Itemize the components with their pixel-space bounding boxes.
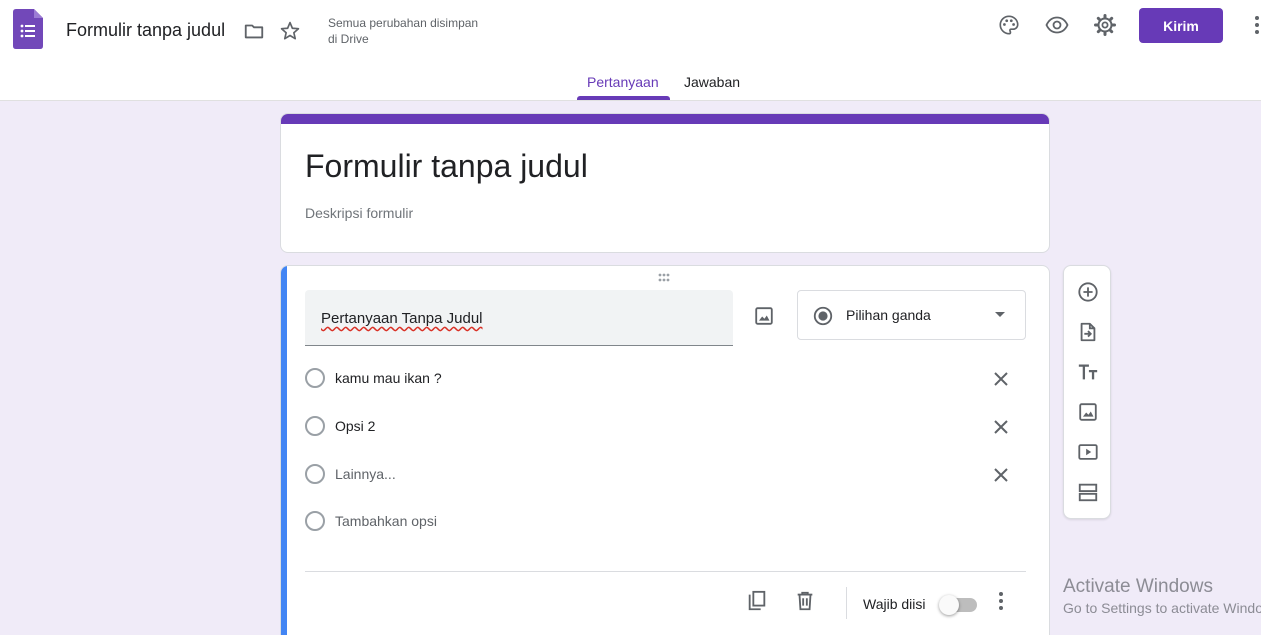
question-type-label: Pilihan ganda — [846, 307, 931, 323]
watermark-title: Activate Windows — [1063, 576, 1213, 597]
watermark-subtitle: Go to Settings to activate Windows. — [1063, 600, 1261, 616]
save-status-line1: Semua perubahan disimpan — [328, 16, 479, 30]
add-option-link[interactable]: Tambahkan opsi — [335, 513, 437, 529]
active-question-indicator — [281, 266, 287, 635]
more-options-icon[interactable] — [1245, 13, 1261, 37]
question-title-text: Pertanyaan Tanpa Judul — [321, 310, 483, 327]
tab-responses[interactable]: Jawaban — [684, 74, 740, 90]
radio-button — [305, 368, 325, 388]
radio-checked-icon — [813, 306, 833, 326]
required-label: Wajib diisi — [863, 596, 926, 612]
palette-icon[interactable] — [997, 13, 1021, 37]
remove-option-icon[interactable] — [991, 369, 1011, 389]
option-row-other[interactable]: Lainnya... — [305, 463, 1025, 487]
document-title[interactable]: Formulir tanpa judul — [66, 20, 225, 41]
option-row[interactable]: kamu mau ikan ? — [305, 367, 1025, 391]
settings-gear-icon[interactable] — [1093, 13, 1117, 37]
add-video-icon[interactable] — [1076, 440, 1100, 464]
radio-button — [305, 464, 325, 484]
duplicate-icon[interactable] — [745, 589, 769, 613]
remove-option-icon[interactable] — [991, 417, 1011, 437]
radio-button — [305, 511, 325, 531]
option-label-other[interactable]: Lainnya... — [335, 466, 396, 482]
send-button[interactable]: Kirim — [1139, 8, 1223, 43]
remove-option-icon[interactable] — [991, 465, 1011, 485]
tab-questions[interactable]: Pertanyaan — [587, 74, 659, 90]
form-description-field[interactable]: Deskripsi formulir — [305, 205, 413, 221]
import-questions-icon[interactable] — [1076, 320, 1100, 344]
radio-button — [305, 416, 325, 436]
preview-eye-icon[interactable] — [1045, 13, 1069, 37]
option-label[interactable]: Opsi 2 — [335, 418, 375, 434]
forms-logo-icon[interactable] — [13, 9, 43, 49]
star-icon[interactable] — [278, 19, 302, 43]
add-image-icon[interactable] — [1076, 400, 1100, 424]
form-title[interactable]: Formulir tanpa judul — [305, 148, 588, 185]
card-accent-stripe — [281, 114, 1049, 124]
add-section-icon[interactable] — [1076, 480, 1100, 504]
active-tab-indicator — [577, 96, 670, 100]
save-status-line2: di Drive — [328, 32, 369, 46]
option-label[interactable]: kamu mau ikan ? — [335, 370, 442, 386]
question-more-options-icon[interactable] — [989, 589, 1013, 613]
floating-toolbar — [1063, 265, 1111, 519]
save-status: Semua perubahan disimpan di Drive — [328, 15, 498, 47]
question-card[interactable]: Pertanyaan Tanpa Judul Pilihan ganda kam… — [280, 265, 1050, 635]
option-row[interactable]: Opsi 2 — [305, 415, 1025, 439]
toggle-knob — [939, 595, 959, 615]
footer-separator — [846, 587, 847, 619]
question-type-dropdown[interactable]: Pilihan ganda — [797, 290, 1026, 340]
folder-icon[interactable] — [242, 19, 266, 43]
add-image-icon[interactable] — [751, 303, 777, 329]
dropdown-arrow-icon — [995, 312, 1005, 317]
delete-icon[interactable] — [793, 589, 817, 613]
add-question-icon[interactable] — [1076, 280, 1100, 304]
windows-activation-watermark: Activate Windows Go to Settings to activ… — [1063, 576, 1261, 616]
question-title-input[interactable]: Pertanyaan Tanpa Judul — [305, 290, 733, 346]
question-divider — [305, 571, 1026, 572]
form-header-card[interactable]: Formulir tanpa judul Deskripsi formulir — [280, 113, 1050, 253]
add-title-text-icon[interactable] — [1076, 360, 1100, 384]
top-bar: Formulir tanpa judul Semua perubahan dis… — [0, 0, 1261, 101]
add-option-row[interactable]: Tambahkan opsi — [305, 510, 1025, 534]
required-toggle[interactable] — [939, 594, 979, 615]
drag-handle-icon[interactable] — [658, 273, 674, 283]
